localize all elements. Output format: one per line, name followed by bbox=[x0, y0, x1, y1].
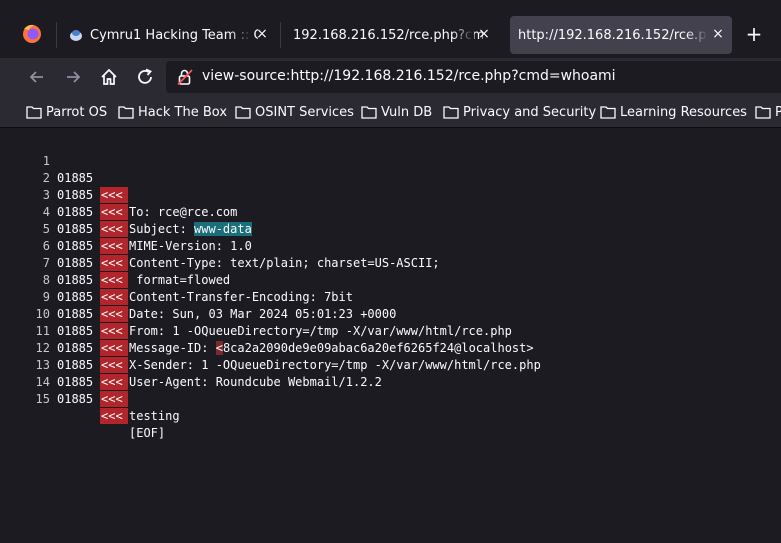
bookmark-folder[interactable]: Learning Resources bbox=[600, 103, 747, 121]
source-line: 14 01885 <<< [EOF] bbox=[0, 357, 781, 440]
source-line: 6 01885 <<< Content-Transfer-Encoding: 7… bbox=[0, 221, 781, 304]
incoming-marker: <<< bbox=[100, 408, 128, 424]
bookmarks-toolbar: Parrot OS Hack The Box OSINT Services Vu… bbox=[0, 96, 781, 128]
bookmark-label: OSINT Services bbox=[255, 104, 354, 120]
folder-icon bbox=[26, 106, 42, 119]
bookmark-label: Vuln DB bbox=[381, 104, 433, 120]
bookmark-folder[interactable]: Parrot OS bbox=[26, 103, 107, 121]
tab-cymru1[interactable]: Cymru1 Hacking Team :: Co × bbox=[62, 16, 276, 54]
bookmark-folder[interactable]: Vuln DB bbox=[361, 103, 432, 121]
navigation-toolbar: view-source:http://192.168.216.152/rce.p… bbox=[0, 58, 781, 96]
tab-rce-active[interactable]: http://192.168.216.152/rce.php × bbox=[510, 16, 732, 54]
source-line: 4 01885 <<< Content-Type: text/plain; ch… bbox=[0, 187, 781, 270]
source-line: 12 01885 <<< bbox=[0, 323, 781, 390]
bookmark-label: Parrot OS bbox=[46, 104, 108, 120]
firefox-menu-icon[interactable] bbox=[18, 20, 46, 48]
bookmark-label: Learning Resources bbox=[620, 104, 747, 120]
folder-icon bbox=[755, 106, 771, 119]
insecure-lock-icon[interactable] bbox=[176, 68, 194, 86]
incoming-marker: <<< bbox=[100, 391, 128, 407]
folder-icon bbox=[600, 106, 616, 119]
folder-icon bbox=[118, 106, 134, 119]
home-icon[interactable] bbox=[98, 66, 120, 88]
source-line: 7 01885 <<< Date: Sun, 03 Mar 2024 05:01… bbox=[0, 238, 781, 321]
tab-separator bbox=[280, 22, 281, 48]
bookmark-label: Privacy and Security bbox=[463, 104, 597, 120]
tab-strip: Cymru1 Hacking Team :: Co × 192.168.216.… bbox=[0, 0, 781, 58]
tab-title-fade bbox=[230, 16, 252, 54]
source-line: 10 01885 <<< X-Sender: 1 -OQueueDirector… bbox=[0, 289, 781, 372]
bookmark-folder[interactable]: Privacy and Security bbox=[443, 103, 596, 121]
source-line: 9 01885 <<< Message-ID: <8ca2a2090de9e09… bbox=[0, 272, 781, 355]
source-line: 8 01885 <<< From: 1 -OQueueDirectory=/tm… bbox=[0, 255, 781, 338]
url-bar[interactable]: view-source:http://192.168.216.152/rce.p… bbox=[166, 61, 781, 93]
folder-icon bbox=[443, 106, 459, 119]
source-line: 11 01885 <<< User-Agent: Roundcube Webma… bbox=[0, 306, 781, 389]
back-arrow-icon[interactable] bbox=[26, 66, 48, 88]
bookmark-label: Hack The Box bbox=[138, 104, 228, 120]
bookmark-folder[interactable]: P bbox=[755, 103, 781, 121]
source-line: 3 01885 <<< MIME-Version: 1.0 bbox=[0, 170, 781, 253]
bookmark-folder[interactable]: OSINT Services bbox=[235, 103, 354, 121]
folder-icon bbox=[235, 106, 251, 119]
line-text: [EOF] bbox=[129, 426, 166, 440]
source-line: 1 01885 <<< To: rce@rce.com bbox=[0, 136, 781, 219]
close-tab-icon[interactable]: × bbox=[476, 26, 492, 42]
favicon-icon bbox=[68, 27, 84, 43]
forward-arrow-icon[interactable] bbox=[62, 66, 84, 88]
bookmark-folder[interactable]: Hack The Box bbox=[118, 103, 227, 121]
close-tab-icon[interactable]: × bbox=[254, 26, 270, 42]
url-input[interactable]: view-source:http://192.168.216.152/rce.p… bbox=[202, 68, 616, 84]
tab-title-fade bbox=[452, 16, 474, 54]
folder-icon bbox=[361, 106, 377, 119]
new-tab-button[interactable]: + bbox=[744, 24, 764, 44]
source-line: 15 bbox=[0, 374, 781, 406]
source-line: 13 01885 <<< testing bbox=[0, 340, 781, 423]
tab-separator bbox=[56, 22, 57, 48]
reload-icon[interactable] bbox=[134, 66, 156, 88]
bookmark-label: P bbox=[775, 105, 781, 120]
line-text: testing bbox=[129, 409, 180, 423]
line-number: 15 bbox=[35, 392, 50, 406]
view-source-content: 1 01885 <<< To: rce@rce.com 2 01885 <<< … bbox=[0, 128, 781, 543]
close-tab-icon[interactable]: × bbox=[710, 26, 726, 42]
tab-rce-cmd[interactable]: 192.168.216.152/rce.php?cmd= × bbox=[284, 16, 498, 54]
source-line: 2 01885 <<< Subject: www-data bbox=[0, 153, 781, 236]
tab-title-fade bbox=[686, 16, 708, 54]
source-line: 5 01885 <<< format=flowed bbox=[0, 204, 781, 287]
process-id: 01885 bbox=[57, 392, 94, 406]
tab-title: http://192.168.216.152/rce.php bbox=[518, 27, 706, 43]
